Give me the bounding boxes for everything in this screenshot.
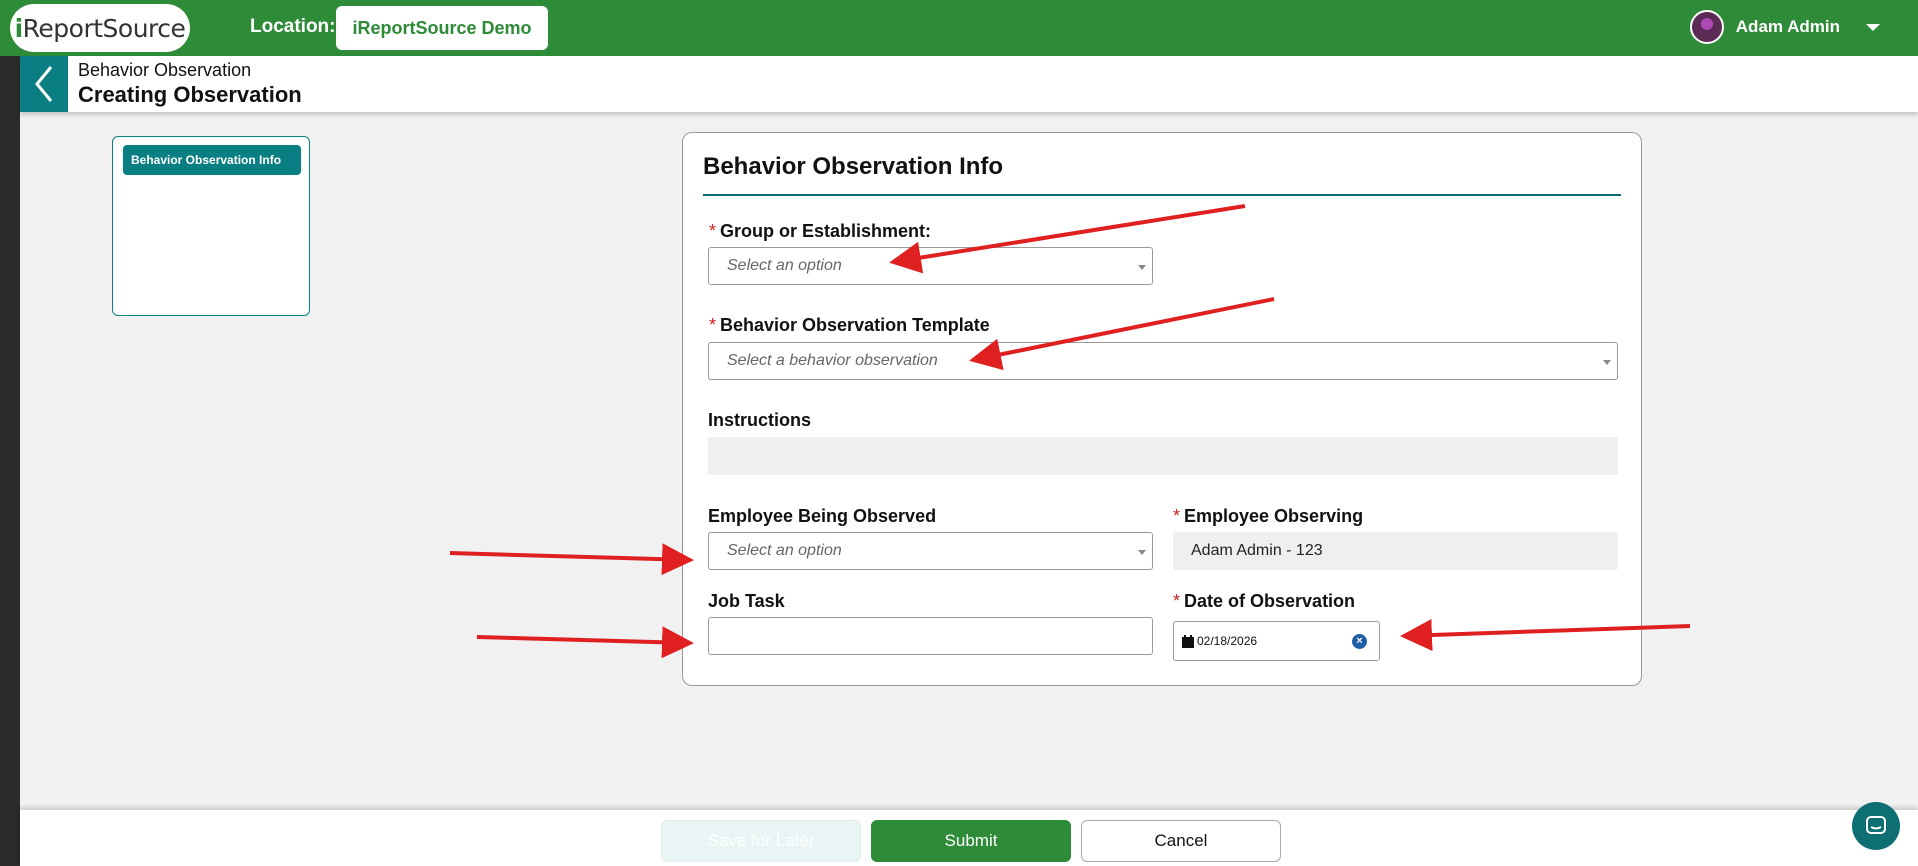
avatar	[1689, 10, 1724, 44]
chat-icon	[1866, 816, 1886, 834]
nav-item-behavior-observation-info[interactable]: Behavior Observation Info	[123, 145, 301, 175]
logo-text: iReportSource	[14, 13, 186, 43]
template-select-placeholder: Select a behavior observation	[727, 352, 938, 369]
top-bar: iReportSource Location: iReportSource De…	[0, 0, 1918, 56]
annotation-arrow	[476, 626, 694, 659]
template-select[interactable]: Select a behavior observation	[708, 342, 1618, 380]
date-value: 02/18/2026	[1197, 634, 1258, 648]
job-task-label: Job Task	[708, 591, 785, 611]
required-marker: *	[1173, 506, 1181, 526]
group-select[interactable]: Select an option	[708, 247, 1153, 285]
employee-observing-label: * Employee Observing	[1173, 506, 1364, 526]
employee-observed-label: Employee Being Observed	[708, 506, 937, 526]
dropdown-caret-icon	[1138, 550, 1146, 555]
employee-observed-select[interactable]: Select an option	[708, 532, 1153, 570]
annotation-arrow	[449, 543, 694, 576]
location-select-button[interactable]: iReportSource Demo	[336, 6, 548, 50]
cancel-button[interactable]: Cancel	[1081, 820, 1281, 862]
date-label: * Date of Observation	[1173, 591, 1356, 611]
back-button[interactable]	[20, 56, 68, 112]
employee-observing-value: Adam Admin - 123	[1173, 532, 1618, 570]
location-label: Location:	[250, 16, 336, 37]
user-name: Adam Admin	[1735, 17, 1840, 36]
page-header: Behavior Observation Creating Observatio…	[20, 56, 1918, 112]
left-edge-strip	[0, 0, 20, 866]
clear-icon[interactable]: ×	[1352, 634, 1367, 649]
dropdown-caret-icon	[1138, 265, 1146, 270]
dropdown-caret-icon	[1603, 360, 1611, 365]
group-select-placeholder: Select an option	[727, 257, 842, 274]
section-nav: Behavior Observation Info	[112, 136, 310, 316]
save-for-later-button[interactable]: Save for Later	[661, 820, 861, 862]
employee-observed-placeholder: Select an option	[727, 542, 842, 559]
page-subtitle: Behavior Observation	[78, 60, 252, 80]
section-divider	[703, 194, 1621, 196]
page-title: Creating Observation	[78, 82, 302, 107]
instructions-label: Instructions	[708, 410, 812, 430]
calendar-icon	[1182, 634, 1194, 648]
action-footer: Save for Later Submit Cancel	[20, 810, 1918, 866]
app-logo[interactable]: iReportSource	[10, 4, 190, 52]
user-menu[interactable]: Adam Admin	[1689, 10, 1880, 44]
required-marker: *	[1173, 591, 1181, 611]
chevron-left-icon	[35, 66, 53, 102]
chevron-down-icon[interactable]	[1866, 23, 1880, 31]
template-label: * Behavior Observation Template	[709, 315, 990, 335]
form-card: Behavior Observation Info * Group or Esta…	[682, 132, 1642, 686]
required-marker: *	[709, 315, 717, 335]
group-label: * Group or Establishment:	[709, 221, 932, 241]
instructions-box	[708, 437, 1618, 475]
job-task-input[interactable]	[708, 617, 1153, 655]
chat-launcher-button[interactable]	[1852, 802, 1900, 850]
submit-button[interactable]: Submit	[871, 820, 1071, 862]
date-input[interactable]: 02/18/2026 ×	[1173, 621, 1380, 661]
section-title: Behavior Observation Info	[703, 153, 1004, 180]
required-marker: *	[709, 221, 717, 241]
